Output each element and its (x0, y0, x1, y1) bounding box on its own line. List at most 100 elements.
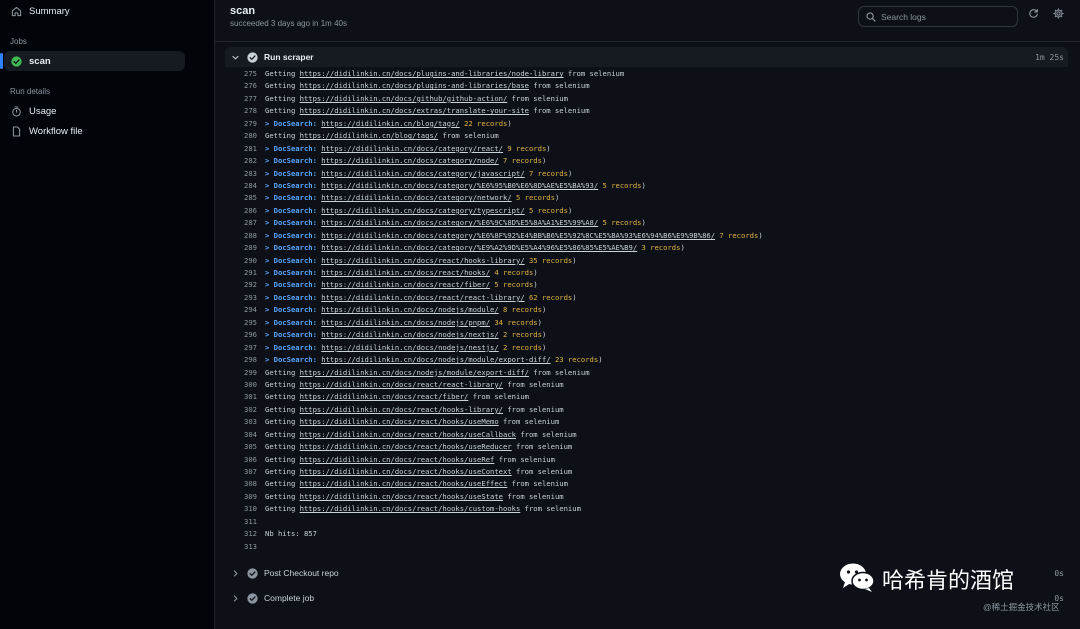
docsearch-label: > DocSearch: (265, 180, 317, 190)
log-link[interactable]: https://didilinkin.cn/docs/nodejs/nextjs… (321, 330, 498, 339)
line-number[interactable]: 283 (225, 168, 257, 180)
line-number[interactable]: 296 (225, 329, 257, 341)
log-link[interactable]: https://didilinkin.cn/docs/category/java… (321, 169, 524, 178)
log-link[interactable]: https://didilinkin.cn/docs/category/netw… (321, 193, 511, 202)
log-text: > DocSearch: https://didilinkin.cn/docs/… (265, 243, 685, 253)
record-count: 5 records (528, 205, 568, 215)
line-number[interactable]: 312 (225, 528, 257, 540)
line-number[interactable]: 282 (225, 155, 257, 167)
log-link[interactable]: https://didilinkin.cn/blog/tags/ (300, 131, 438, 140)
line-number[interactable]: 311 (225, 516, 257, 528)
log-link[interactable]: https://didilinkin.cn/docs/react/react-l… (300, 380, 503, 389)
line-number[interactable]: 302 (225, 404, 257, 416)
line-number[interactable]: 297 (225, 342, 257, 354)
log-link[interactable]: https://didilinkin.cn/docs/nodejs/module… (300, 368, 529, 377)
line-number[interactable]: 293 (225, 292, 257, 304)
run-details-heading: Run details (10, 87, 51, 96)
log-link[interactable]: https://didilinkin.cn/docs/category/%E9%… (321, 243, 637, 252)
line-number[interactable]: 276 (225, 80, 257, 92)
refresh-button[interactable] (1026, 8, 1040, 22)
source-label: from selenium (507, 491, 564, 501)
log-link[interactable]: https://didilinkin.cn/docs/category/%E6%… (321, 231, 715, 240)
sidebar-item-scan[interactable]: scan (0, 51, 185, 71)
log-link[interactable]: https://didilinkin.cn/docs/react/hooks/u… (300, 467, 512, 476)
log-link[interactable]: https://didilinkin.cn/docs/react/hooks/u… (300, 417, 499, 426)
log-text: > DocSearch: https://didilinkin.cn/docs/… (265, 280, 538, 290)
log-link[interactable]: https://didilinkin.cn/docs/react/fiber/ (300, 392, 469, 401)
log-link[interactable]: https://didilinkin.cn/docs/react/hooks/c… (300, 504, 521, 513)
log-text: > DocSearch: https://didilinkin.cn/docs/… (265, 230, 763, 240)
log-link[interactable]: https://didilinkin.cn/docs/extras/transl… (300, 106, 529, 115)
docsearch-label: > DocSearch: (265, 355, 317, 365)
line-number[interactable]: 309 (225, 491, 257, 503)
settings-button[interactable] (1051, 8, 1065, 22)
line-number[interactable]: 279 (225, 118, 257, 130)
log-link[interactable]: https://didilinkin.cn/docs/nodejs/module… (321, 355, 550, 364)
log-line: 288 > DocSearch: https://didilinkin.cn/do… (225, 230, 1068, 242)
search-logs[interactable] (858, 6, 1018, 27)
log-link[interactable]: https://didilinkin.cn/docs/react/fiber/ (321, 280, 490, 289)
log-link[interactable]: https://didilinkin.cn/docs/nodejs/pnpm/ (321, 318, 490, 327)
line-number[interactable]: 286 (225, 205, 257, 217)
check-circle-icon (247, 592, 258, 604)
log-link[interactable]: https://didilinkin.cn/docs/plugins-and-l… (300, 81, 529, 90)
getting-label: Getting (265, 131, 296, 141)
log-link[interactable]: https://didilinkin.cn/docs/react/hooks-l… (321, 256, 524, 265)
line-number[interactable]: 305 (225, 441, 257, 453)
chevron-down-icon (229, 53, 241, 62)
getting-label: Getting (265, 491, 296, 501)
line-number[interactable]: 294 (225, 304, 257, 316)
line-number[interactable]: 290 (225, 255, 257, 267)
log-link[interactable]: https://didilinkin.cn/docs/react/hooks/u… (300, 442, 512, 451)
line-number[interactable]: 277 (225, 93, 257, 105)
log-link[interactable]: https://didilinkin.cn/docs/react/react-l… (321, 293, 524, 302)
watermark-credit: @稀土掘金技术社区 (983, 602, 1060, 612)
log-link[interactable]: https://didilinkin.cn/docs/github/github… (300, 94, 508, 103)
sidebar-item-summary[interactable]: Summary (4, 1, 185, 21)
log-link[interactable]: https://didilinkin.cn/docs/plugins-and-l… (300, 69, 564, 78)
log-link[interactable]: https://didilinkin.cn/blog/tags/ (321, 119, 459, 128)
log-link[interactable]: https://didilinkin.cn/docs/react/hooks/u… (300, 455, 495, 464)
log-link[interactable]: https://didilinkin.cn/docs/react/hooks/u… (300, 430, 516, 439)
log-link[interactable]: https://didilinkin.cn/docs/category/node… (321, 156, 498, 165)
line-number[interactable]: 284 (225, 180, 257, 192)
line-number[interactable]: 278 (225, 105, 257, 117)
line-number[interactable]: 275 (225, 68, 257, 80)
log-link[interactable]: https://didilinkin.cn/docs/category/%E6%… (321, 181, 598, 190)
log-link[interactable]: https://didilinkin.cn/docs/react/hooks/u… (300, 479, 508, 488)
line-number[interactable]: 288 (225, 230, 257, 242)
line-number[interactable]: 281 (225, 143, 257, 155)
line-number[interactable]: 306 (225, 454, 257, 466)
log-link[interactable]: https://didilinkin.cn/docs/react/hooks-l… (300, 405, 503, 414)
line-number[interactable]: 285 (225, 192, 257, 204)
line-number[interactable]: 308 (225, 478, 257, 490)
line-number[interactable]: 295 (225, 317, 257, 329)
line-number[interactable]: 291 (225, 267, 257, 279)
line-number[interactable]: 287 (225, 217, 257, 229)
line-number[interactable]: 303 (225, 416, 257, 428)
source-label: from selenium (533, 106, 590, 116)
line-number[interactable]: 298 (225, 354, 257, 366)
line-number[interactable]: 301 (225, 391, 257, 403)
source-label: from selenium (507, 404, 564, 414)
line-number[interactable]: 313 (225, 541, 257, 553)
line-number[interactable]: 289 (225, 242, 257, 254)
log-link[interactable]: https://didilinkin.cn/docs/react/hooks/u… (300, 492, 503, 501)
log-link[interactable]: https://didilinkin.cn/docs/nodejs/nestjs… (321, 343, 498, 352)
step-run-scraper[interactable]: Run scraper 1m 25s (225, 47, 1068, 67)
line-number[interactable]: 300 (225, 379, 257, 391)
log-link[interactable]: https://didilinkin.cn/docs/category/%E6%… (321, 218, 598, 227)
log-link[interactable]: https://didilinkin.cn/docs/react/hooks/ (321, 268, 490, 277)
sidebar-item-workflow-file[interactable]: Workflow file (4, 121, 185, 141)
line-number[interactable]: 307 (225, 466, 257, 478)
line-number[interactable]: 280 (225, 130, 257, 142)
log-link[interactable]: https://didilinkin.cn/docs/nodejs/module… (321, 305, 498, 314)
log-link[interactable]: https://didilinkin.cn/docs/category/reac… (321, 144, 503, 153)
log-link[interactable]: https://didilinkin.cn/docs/category/type… (321, 206, 524, 215)
sidebar-item-usage[interactable]: Usage (4, 101, 185, 121)
line-number[interactable]: 299 (225, 367, 257, 379)
search-input[interactable] (881, 11, 1001, 22)
line-number[interactable]: 310 (225, 503, 257, 515)
line-number[interactable]: 304 (225, 429, 257, 441)
line-number[interactable]: 292 (225, 279, 257, 291)
